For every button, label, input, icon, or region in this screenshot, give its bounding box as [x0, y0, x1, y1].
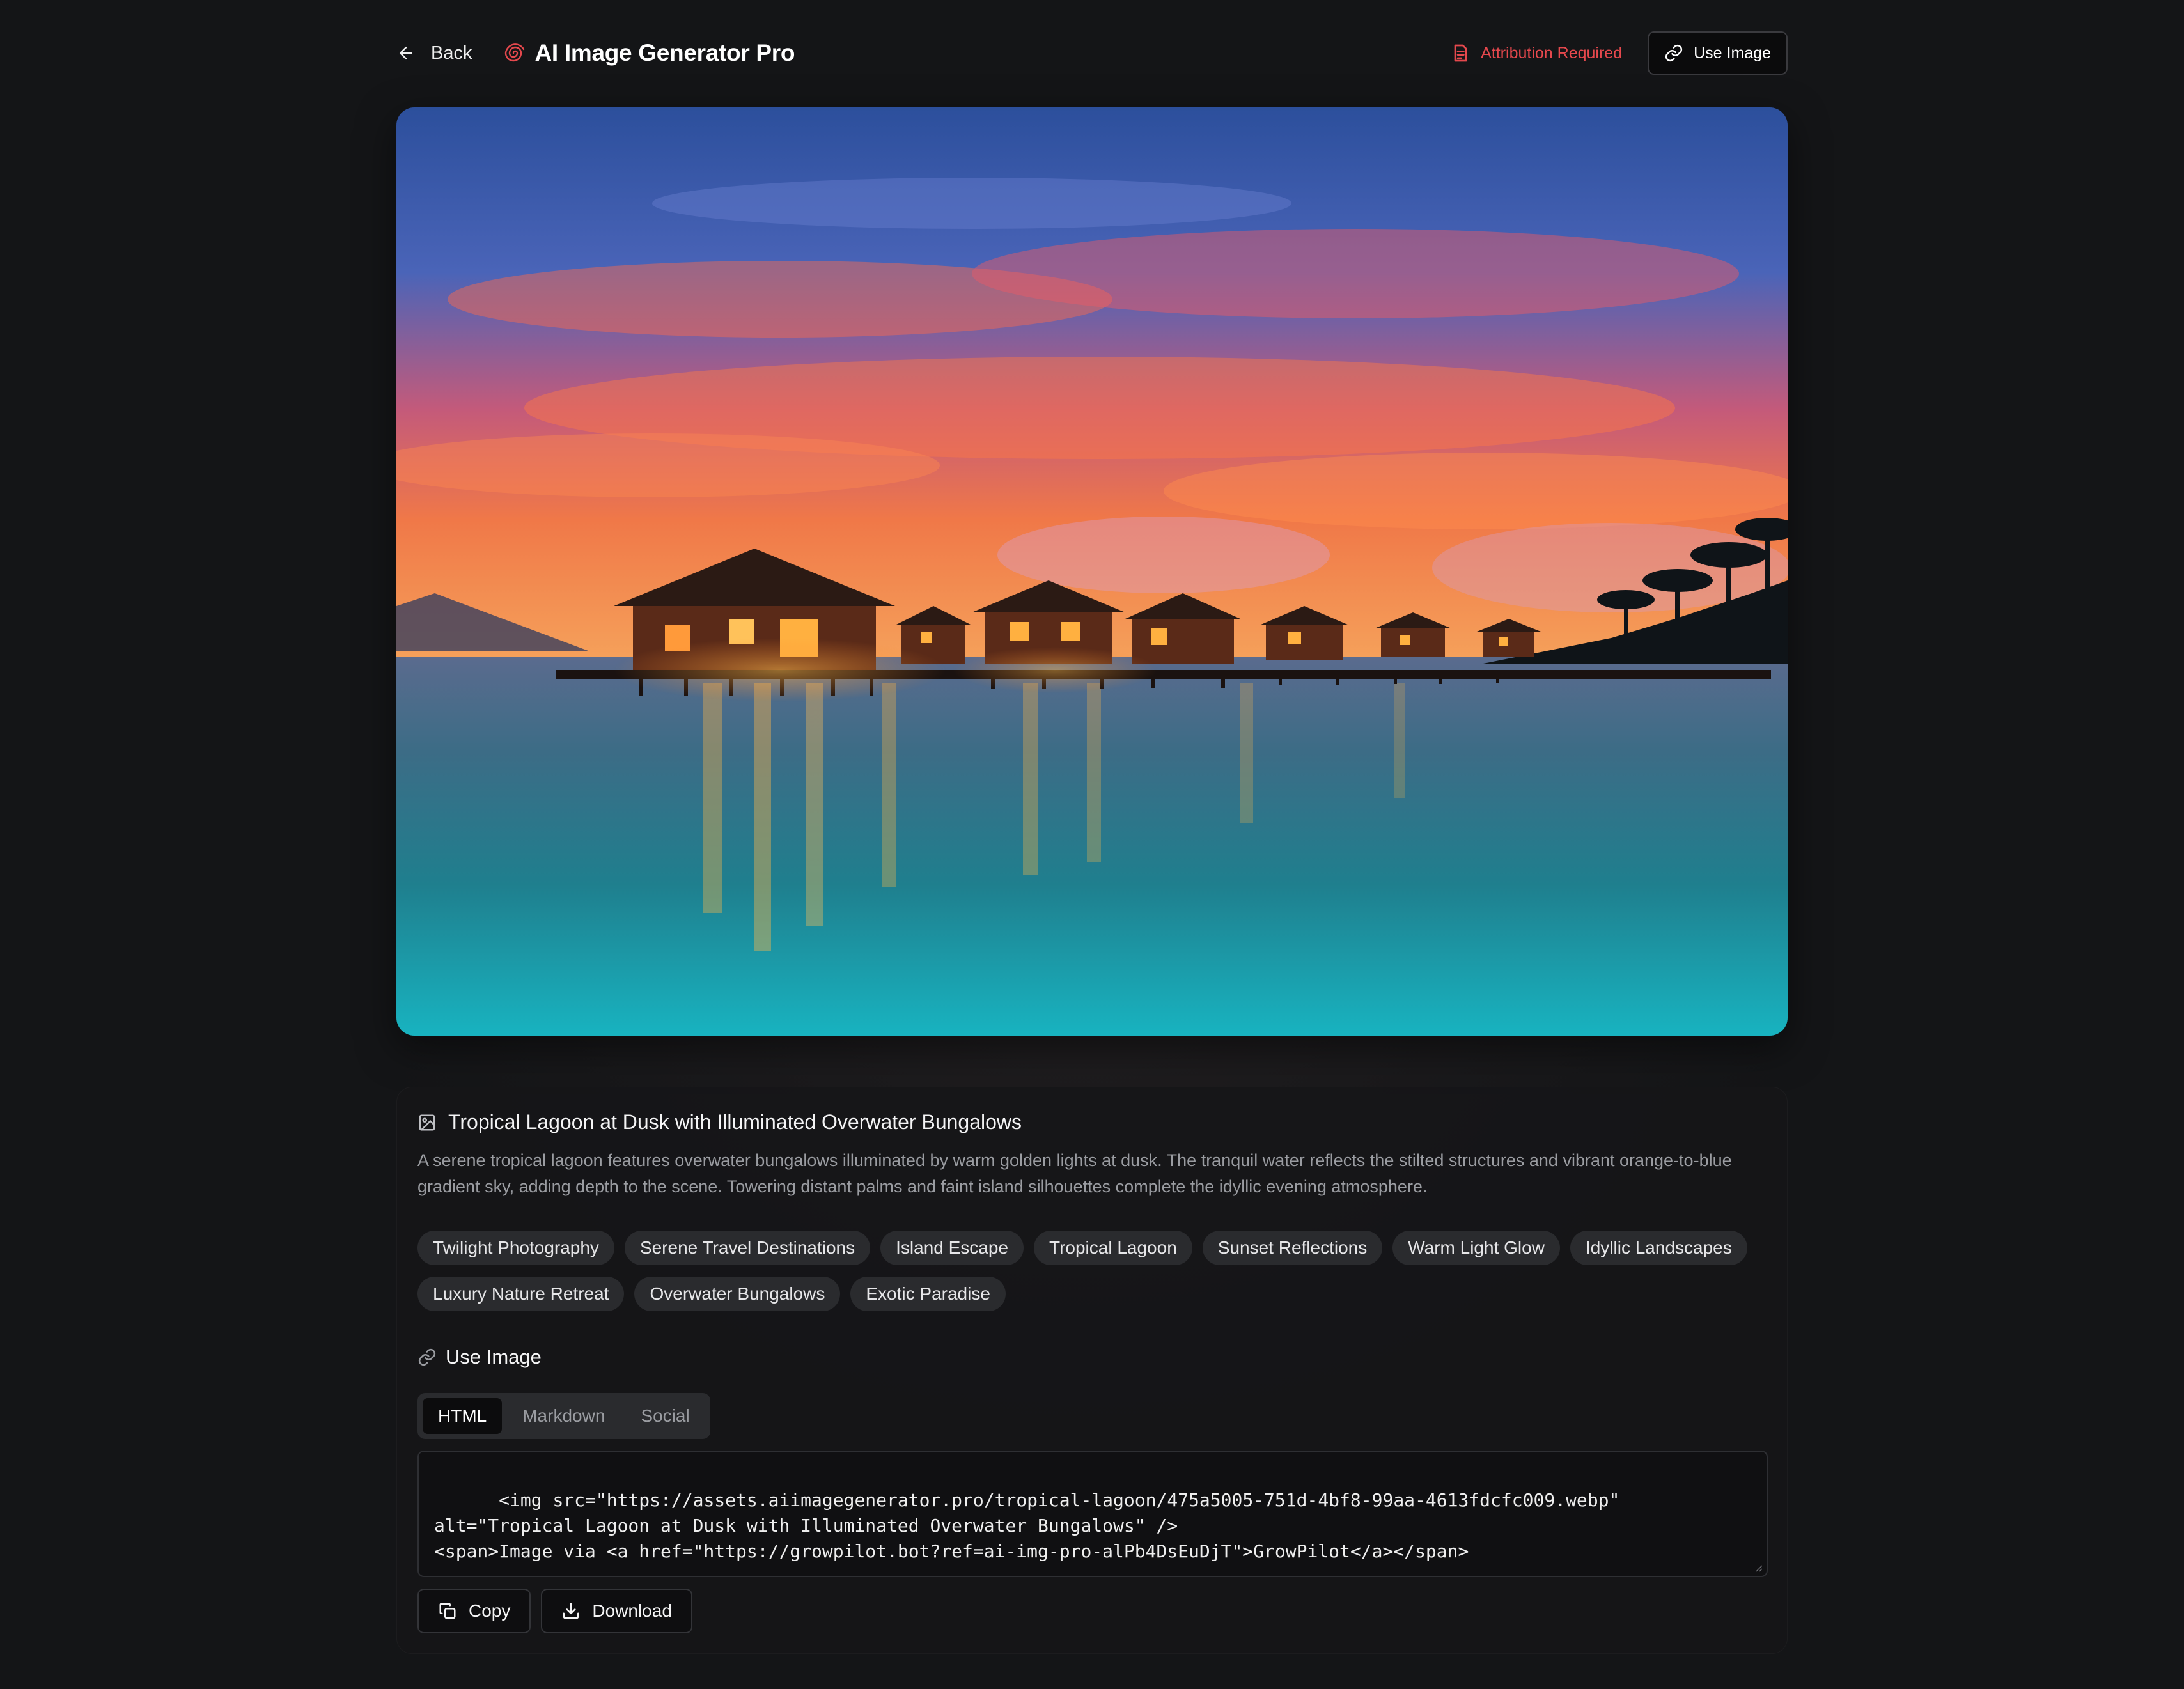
tag-chip[interactable]: Twilight Photography [417, 1231, 614, 1265]
embed-actions: Copy Download [417, 1589, 692, 1633]
attribution-label: Attribution Required [1481, 43, 1623, 62]
download-button[interactable]: Download [541, 1589, 692, 1633]
tag-chip[interactable]: Overwater Bungalows [634, 1277, 841, 1311]
use-image-button-label: Use Image [1694, 43, 1771, 62]
copy-label: Copy [469, 1601, 511, 1621]
image-description: A serene tropical lagoon features overwa… [417, 1151, 1732, 1196]
image-title: Tropical Lagoon at Dusk with Illuminated… [448, 1110, 1022, 1133]
use-image-section-title: Use Image [446, 1346, 542, 1368]
arrow-left-icon [400, 47, 412, 59]
attribution-required-link[interactable]: Attribution Required [1450, 43, 1622, 63]
tag-chip[interactable]: Idyllic Landscapes [1570, 1231, 1747, 1265]
back-label: Back [431, 42, 472, 63]
tag-chip[interactable]: Tropical Lagoon [1034, 1231, 1192, 1265]
download-icon [563, 1603, 579, 1619]
brand: AI Image Generator Pro [503, 40, 795, 66]
spiral-logo-icon [505, 43, 525, 62]
tag-chip[interactable]: Luxury Nature Retreat [417, 1277, 625, 1311]
copy-button[interactable]: Copy [417, 1589, 531, 1633]
image-icon [419, 1114, 435, 1130]
tag-chip[interactable]: Island Escape [880, 1231, 1024, 1265]
tab-html[interactable]: HTML [423, 1398, 503, 1434]
copy-icon [439, 1603, 456, 1619]
use-image-button[interactable]: Use Image [1648, 31, 1788, 75]
tag-chip[interactable]: Serene Travel Destinations [624, 1231, 871, 1265]
page: Back AI Image Generator Pro Attribution … [0, 0, 2184, 1689]
link-icon [418, 1348, 436, 1366]
download-label: Download [592, 1601, 672, 1621]
embed-code: <img src="https://assets.aiimagegenerato… [434, 1490, 1620, 1562]
top-bar: Back AI Image Generator Pro Attribution … [396, 31, 1788, 75]
image-title-row: Tropical Lagoon at Dusk with Illuminated… [417, 1110, 1022, 1134]
tab-markdown[interactable]: Markdown [507, 1398, 620, 1434]
back-button[interactable]: Back [396, 43, 472, 64]
tag-chip[interactable]: Exotic Paradise [850, 1277, 1006, 1311]
image-details-card: Tropical Lagoon at Dusk with Illuminated… [396, 1087, 1788, 1654]
generated-image [396, 107, 1788, 1036]
app-title: AI Image Generator Pro [534, 40, 795, 66]
lagoon-sunset-illustration [396, 107, 1788, 1036]
tab-social[interactable]: Social [625, 1398, 705, 1434]
header-actions: Attribution Required Use Image [1450, 31, 1788, 75]
link-icon [1665, 44, 1683, 62]
tag-chip[interactable]: Sunset Reflections [1202, 1231, 1383, 1265]
tag-list: Twilight Photography Serene Travel Desti… [417, 1231, 1760, 1311]
tag-chip[interactable]: Warm Light Glow [1392, 1231, 1560, 1265]
use-image-section-header: Use Image [417, 1346, 542, 1369]
embed-code-textarea[interactable]: <img src="https://assets.aiimagegenerato… [417, 1451, 1768, 1577]
embed-format-tabs: HTML Markdown Social [417, 1393, 710, 1439]
resize-handle-icon[interactable] [1754, 1563, 1763, 1572]
document-icon [1454, 44, 1467, 62]
